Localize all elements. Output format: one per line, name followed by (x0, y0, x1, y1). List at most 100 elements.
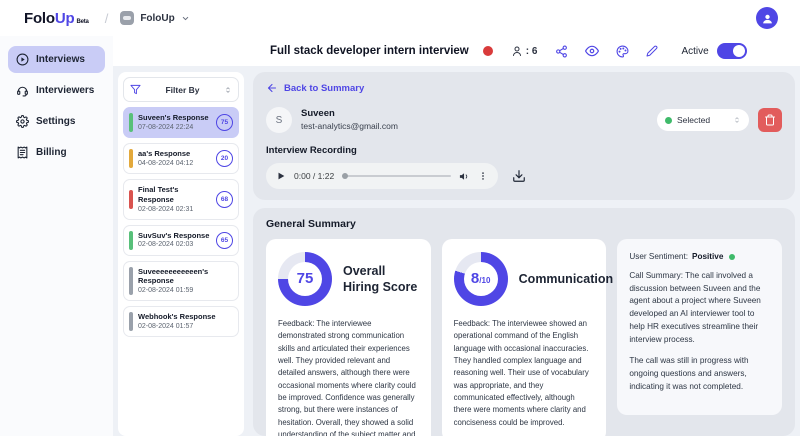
back-to-summary-link[interactable]: Back to Summary (266, 82, 364, 94)
status-bar (129, 190, 133, 209)
eye-icon[interactable] (585, 44, 599, 58)
download-icon[interactable] (512, 169, 526, 183)
response-list-item[interactable]: aa's Response04-08-2024 04:12 20 (123, 143, 239, 174)
receipt-icon (16, 146, 29, 159)
recording-row: 0:00 / 1:22 (266, 163, 782, 189)
response-name: aa's Response (138, 149, 211, 159)
candidate-email: test-analytics@gmail.com (301, 121, 398, 132)
call-notes-card: User Sentiment: Positive Call Summary: T… (617, 239, 782, 415)
communication-card: 8/10 Communication Feedback: The intervi… (442, 239, 607, 436)
active-label: Active (681, 46, 708, 57)
responses-count-label: : 6 (526, 46, 538, 57)
score-value: 75 (297, 262, 314, 296)
logo-text-1: Folo (24, 10, 55, 27)
candidate-name: Suveen (301, 108, 398, 121)
response-list-item[interactable]: Final Test's Response02-08-2024 02:31 68 (123, 179, 239, 220)
score-badge: 75 (216, 114, 233, 131)
response-date: 02-08-2024 01:57 (138, 322, 233, 331)
response-name: SuvSuv's Response (138, 231, 211, 241)
status-bar (129, 149, 133, 168)
candidate-avatar: S (266, 107, 292, 133)
topbar: FoloUp Beta / FoloUp (0, 0, 800, 36)
user-avatar[interactable] (756, 7, 778, 29)
responses-count: : 6 (511, 45, 538, 57)
card-feedback: Feedback: The interviewee demonstrated s… (278, 318, 419, 436)
response-list-item[interactable]: Webhook's Response02-08-2024 01:57 (123, 306, 239, 337)
sidebar-item-interviews[interactable]: Interviews (8, 46, 105, 73)
gear-icon (16, 115, 29, 128)
candidate-status-select[interactable]: Selected (657, 109, 749, 131)
status-bar (129, 312, 133, 331)
responses-panel: Filter By Suveen's Response07-08-2024 22… (118, 72, 244, 436)
response-name: Suveen's Response (138, 113, 211, 123)
funnel-icon (130, 84, 141, 95)
response-name: Final Test's Response (138, 185, 211, 205)
headset-icon (16, 84, 29, 97)
volume-icon[interactable] (459, 171, 470, 182)
breadcrumb[interactable]: FoloUp (120, 11, 189, 25)
play-circle-icon (16, 53, 29, 66)
edit-pencil-icon[interactable] (646, 45, 658, 57)
chevron-down-icon (181, 14, 190, 23)
response-name: Webhook's Response (138, 312, 233, 322)
breadcrumb-label: FoloUp (140, 13, 174, 24)
call-summary-paragraph: Call Summary: The call involved a discus… (629, 270, 770, 346)
person-icon (511, 45, 523, 57)
updown-icon (733, 116, 741, 124)
response-date: 02-08-2024 02:03 (138, 240, 211, 249)
response-list-item[interactable]: SuvSuv's Response02-08-2024 02:03 65 (123, 225, 239, 256)
play-icon[interactable] (276, 171, 286, 181)
app-logo[interactable]: FoloUp Beta (24, 10, 89, 27)
filter-by-select[interactable]: Filter By (123, 77, 239, 102)
sentiment-value: Positive (692, 252, 723, 261)
trash-icon (764, 114, 776, 126)
score-badge: 68 (216, 191, 233, 208)
sidebar-item-interviewers[interactable]: Interviewers (8, 77, 105, 104)
sidebar-item-billing[interactable]: Billing (8, 139, 105, 166)
sidebar-label: Settings (36, 116, 75, 127)
candidate-row: S Suveen test-analytics@gmail.com Select… (266, 107, 782, 133)
status-green-dot-icon (665, 117, 672, 124)
user-icon (761, 12, 774, 25)
response-date: 07-08-2024 22:24 (138, 123, 211, 132)
sidebar-label: Interviewers (36, 85, 94, 96)
main-content: Filter By Suveen's Response07-08-2024 22… (113, 66, 800, 436)
response-list-item[interactable]: Suveeeeeeeeeeen's Response02-08-2024 01:… (123, 261, 239, 302)
score-value: 8 (471, 262, 479, 296)
interview-header: Full stack developer intern interview : … (113, 36, 800, 66)
toggle-knob (733, 45, 745, 57)
status-bar (129, 267, 133, 295)
general-summary-panel: General Summary 75 Overall Hiring Score … (253, 208, 795, 436)
status-value: Selected (677, 115, 728, 125)
sidebar-item-settings[interactable]: Settings (8, 108, 105, 135)
response-date: 02-08-2024 02:31 (138, 205, 211, 214)
updown-icon (224, 86, 232, 94)
sentiment-dot-icon (729, 254, 735, 260)
card-feedback: Feedback: The interviewee showed an oper… (454, 318, 595, 429)
org-icon (120, 11, 134, 25)
card-title: Overall Hiring Score (343, 263, 419, 296)
score-ring: 75 (278, 252, 332, 306)
player-seekbar[interactable] (342, 175, 451, 177)
logo-text-2: Up (55, 10, 75, 27)
sentiment-label: User Sentiment: (629, 252, 688, 261)
palette-icon[interactable] (616, 45, 629, 58)
detail-column: Back to Summary S Suveen test-analytics@… (253, 72, 795, 436)
summary-title: General Summary (266, 218, 782, 230)
sidebar-label: Billing (36, 147, 67, 158)
active-toggle[interactable] (717, 43, 747, 59)
recording-title: Interview Recording (266, 145, 782, 156)
score-badge: 65 (216, 232, 233, 249)
overall-score-card: 75 Overall Hiring Score Feedback: The in… (266, 239, 431, 436)
share-icon[interactable] (555, 45, 568, 58)
player-menu-icon[interactable] (478, 171, 488, 181)
status-dot-icon (483, 46, 493, 56)
audio-player[interactable]: 0:00 / 1:22 (266, 163, 498, 189)
response-list-item[interactable]: Suveen's Response07-08-2024 22:24 75 (123, 107, 239, 138)
delete-response-button[interactable] (758, 108, 782, 132)
score-ring: 8/10 (454, 252, 508, 306)
beta-badge: Beta (76, 19, 88, 25)
response-date: 04-08-2024 04:12 (138, 159, 211, 168)
response-name: Suveeeeeeeeeeen's Response (138, 267, 233, 287)
sidebar-label: Interviews (36, 54, 85, 65)
